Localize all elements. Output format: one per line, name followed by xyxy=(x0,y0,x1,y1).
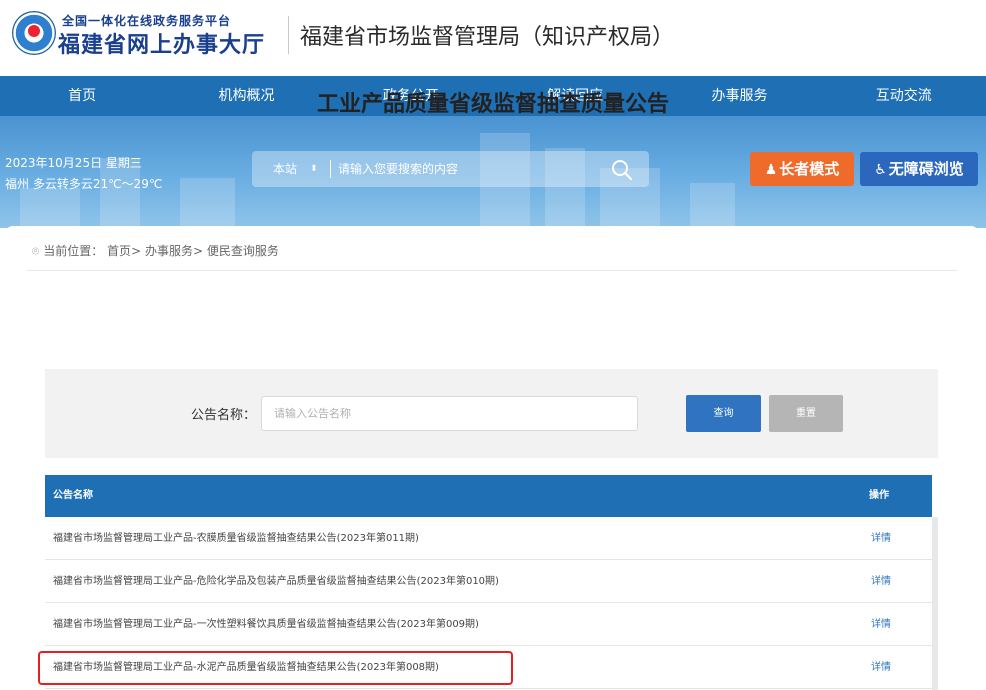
search-divider xyxy=(330,160,331,178)
detail-link[interactable]: 详情 xyxy=(871,560,891,604)
column-header-name: 公告名称 xyxy=(53,490,93,501)
breadcrumb-query-services[interactable]: 便民查询服务 xyxy=(207,244,279,258)
location-pin-icon: ⌾ xyxy=(32,244,40,258)
elder-person-icon: ♟ xyxy=(764,162,778,178)
elder-mode-label: 长者模式 xyxy=(779,160,840,178)
detail-link[interactable]: 详情 xyxy=(871,603,891,647)
query-button[interactable]: 查询 xyxy=(686,395,761,432)
site-logo-icon[interactable] xyxy=(12,11,56,55)
breadcrumb-separator: > xyxy=(192,244,204,258)
filter-panel: 公告名称： 查询 重置 xyxy=(45,369,938,458)
breadcrumb-home[interactable]: 首页 xyxy=(107,244,131,258)
notice-table: 福建省市场监督管理局工业产品-农膜质量省级监督抽查结果公告(2023年第011期… xyxy=(45,517,932,689)
header-divider xyxy=(288,16,289,54)
accessibility-label: 无障碍浏览 xyxy=(888,160,964,178)
breadcrumb-separator: > xyxy=(131,244,142,258)
accessibility-button[interactable]: ♿ 无障碍浏览 xyxy=(860,152,978,186)
breadcrumb-divider xyxy=(27,270,957,271)
elder-mode-button[interactable]: ♟ 长者模式 xyxy=(750,152,854,186)
column-header-action: 操作 xyxy=(869,490,889,501)
page-title: 工业产品质量省级监督抽查质量公告 xyxy=(316,92,669,117)
skyline-decoration xyxy=(690,183,735,228)
wheelchair-icon: ♿ xyxy=(874,162,887,178)
org-title: 福建省市场监督管理局（知识产权局） xyxy=(300,25,675,50)
search-input[interactable] xyxy=(338,157,598,181)
logo-title[interactable]: 福建省网上办事大厅 xyxy=(58,27,265,59)
search-scope-select[interactable]: 本站 xyxy=(273,151,297,187)
table-row: 福建省市场监督管理局工业产品-水泥产品质量省级监督抽查结果公告(2023年第00… xyxy=(45,646,932,689)
banner: 2023年10月25日 星期三 福州 多云转多云21℃～29℃ 本站 ⬍ ♟长者… xyxy=(0,116,986,228)
table-header: 公告名称 操作 xyxy=(45,475,932,517)
skyline-decoration xyxy=(20,188,80,228)
detail-link[interactable]: 详情 xyxy=(871,646,891,690)
breadcrumb-services[interactable]: 办事服务 xyxy=(145,244,193,258)
breadcrumb-prefix: 当前位置： xyxy=(43,244,104,258)
updown-arrow-icon[interactable]: ⬍ xyxy=(310,151,318,187)
notice-title-link[interactable]: 福建省市场监督管理局工业产品-危险化学品及包装产品质量省级监督抽查结果公告(20… xyxy=(53,560,499,603)
breadcrumb: ⌾ 当前位置： 首页> 办事服务> 便民查询服务 xyxy=(32,242,279,259)
site-search: 本站 ⬍ xyxy=(252,151,649,187)
current-date: 2023年10月25日 星期三 xyxy=(5,156,142,170)
table-row: 福建省市场监督管理局工业产品-危险化学品及包装产品质量省级监督抽查结果公告(20… xyxy=(45,560,932,603)
site-header: 全国一体化在线政务服务平台 福建省网上办事大厅 福建省市场监督管理局（知识产权局… xyxy=(0,0,986,76)
table-row: 福建省市场监督管理局工业产品-一次性塑料餐饮具质量省级监督抽查结果公告(2023… xyxy=(45,603,932,646)
skyline-decoration xyxy=(180,178,235,228)
filter-label: 公告名称： xyxy=(191,408,257,423)
notice-title-link[interactable]: 福建省市场监督管理局工业产品-水泥产品质量省级监督抽查结果公告(2023年第00… xyxy=(53,646,439,689)
weather-info: 福州 多云转多云21℃～29℃ xyxy=(5,177,163,191)
table-row: 福建省市场监督管理局工业产品-农膜质量省级监督抽查结果公告(2023年第011期… xyxy=(45,517,932,560)
search-icon[interactable] xyxy=(610,158,634,182)
scrollbar[interactable] xyxy=(932,517,938,690)
notice-title-link[interactable]: 福建省市场监督管理局工业产品-农膜质量省级监督抽查结果公告(2023年第011期… xyxy=(53,517,419,560)
notice-name-input[interactable] xyxy=(261,396,638,431)
reset-button[interactable]: 重置 xyxy=(769,395,843,432)
notice-title-link[interactable]: 福建省市场监督管理局工业产品-一次性塑料餐饮具质量省级监督抽查结果公告(2023… xyxy=(53,603,479,646)
detail-link[interactable]: 详情 xyxy=(871,517,891,561)
